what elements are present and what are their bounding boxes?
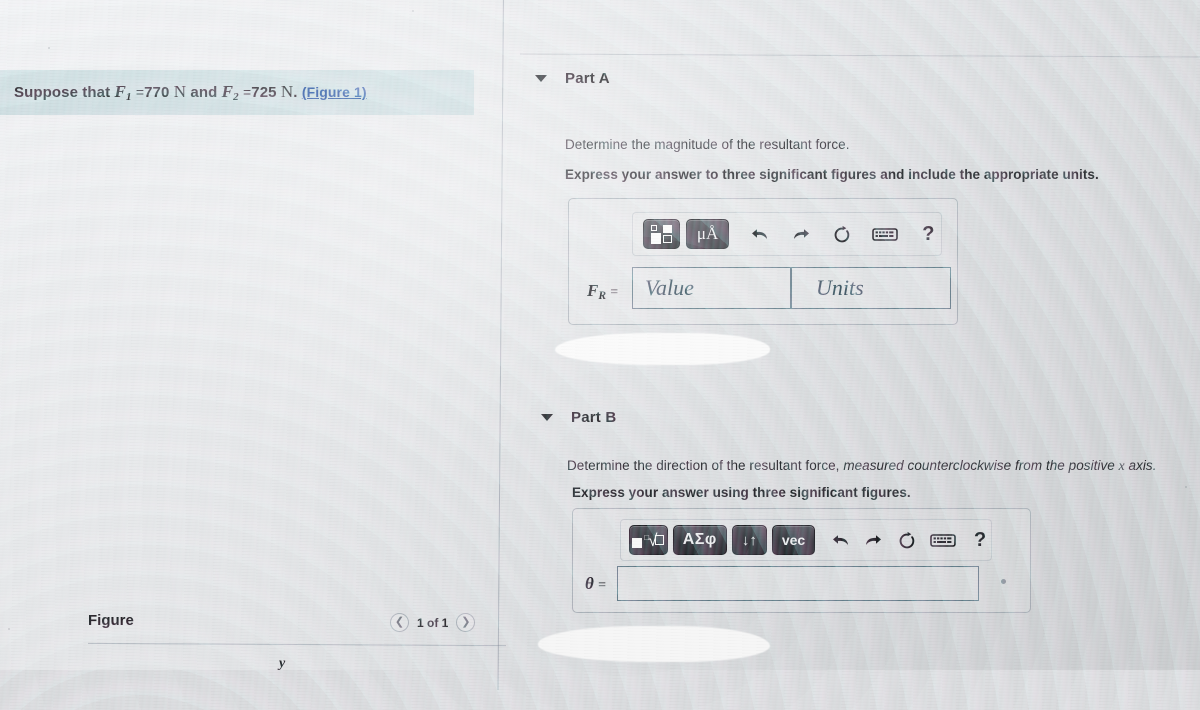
redo-icon	[793, 228, 809, 239]
part-a-toolbar: μÅ ?	[632, 212, 942, 256]
part-a-value-placeholder: Value	[645, 275, 694, 300]
reset-button[interactable]	[897, 527, 919, 553]
redo-icon	[866, 534, 882, 545]
part-a-answer-label: FR =	[587, 281, 619, 302]
redo-button[interactable]	[788, 221, 813, 247]
question-statement-text: Suppose that F1 =770 N and F2 =725 N. (F…	[0, 82, 367, 103]
dust-speck	[48, 47, 50, 49]
help-button[interactable]: ?	[969, 527, 991, 553]
undo-button[interactable]	[829, 527, 851, 553]
question-conjunction: and	[190, 84, 218, 101]
keyboard-button[interactable]	[930, 527, 957, 553]
dust-speck	[8, 628, 10, 630]
part-a-units-placeholder: Units	[816, 275, 864, 300]
mastering-physics-page: Suppose that F1 =770 N and F2 =725 N. (F…	[0, 0, 1200, 690]
reset-icon	[834, 225, 850, 242]
math-template-button[interactable]: □ √	[629, 525, 668, 555]
part-b-title: Part B	[571, 409, 617, 426]
math-template-icon	[650, 224, 672, 244]
figure-pager-label: 1 of 1	[417, 615, 449, 630]
part-b-answer-label: θ =	[585, 574, 606, 593]
degree-unit-marker	[1001, 579, 1006, 584]
units-button[interactable]: μÅ	[685, 219, 730, 249]
photographed-screen: Suppose that F1 =770 N and F2 =725 N. (F…	[0, 0, 1200, 710]
vector-button[interactable]: vec	[771, 525, 816, 555]
part-b-theta-input[interactable]	[617, 566, 979, 601]
redaction-blob-part-a	[555, 333, 770, 365]
undo-icon	[832, 534, 848, 545]
disclosure-triangle-icon[interactable]	[541, 414, 553, 421]
force-1-value: 770	[144, 84, 170, 101]
question-period: .	[293, 84, 298, 101]
part-b-toolbar: □ √ ΑΣφ ↓↑ vec ?	[620, 519, 992, 561]
redaction-blob-part-b	[538, 626, 770, 662]
force-1-equals: =	[135, 84, 145, 100]
part-b-prompt-tail: axis.	[1128, 458, 1157, 473]
reset-icon	[900, 531, 915, 548]
part-b-answer-box: □ √ ΑΣφ ↓↑ vec ? θ =	[572, 508, 1031, 613]
part-a-header[interactable]: Part A	[535, 70, 610, 87]
keyboard-icon	[872, 227, 899, 241]
part-a-answer-box: μÅ ? FR = Value Units	[568, 198, 958, 325]
part-b-instruction: Express your answer using three signific…	[572, 485, 911, 500]
part-b-prompt-variable: x	[1118, 458, 1125, 473]
part-a-instruction: Express your answer to three significant…	[565, 167, 1099, 182]
figure-divider	[88, 642, 506, 647]
figure-heading: Figure	[88, 612, 134, 629]
part-a-value-input[interactable]: Value	[632, 267, 791, 309]
figure-pager: ❮ 1 of 1 ❯	[390, 613, 476, 632]
part-b-header[interactable]: Part B	[541, 409, 616, 426]
figure-next-button[interactable]: ❯	[456, 613, 476, 632]
keyboard-icon	[930, 533, 957, 547]
help-button[interactable]: ?	[916, 221, 941, 247]
left-panel: Suppose that F1 =770 N and F2 =725 N. (F…	[0, 0, 506, 671]
undo-button[interactable]	[747, 221, 772, 247]
dust-speck	[412, 10, 414, 12]
keyboard-button[interactable]	[871, 221, 900, 247]
sort-arrows-button[interactable]: ↓↑	[731, 525, 767, 555]
force-1-unit: N	[173, 82, 187, 101]
part-a-title: Part A	[565, 70, 610, 87]
question-statement-banner: Suppose that F1 =770 N and F2 =725 N. (F…	[0, 70, 474, 115]
force-2-unit: N	[280, 82, 294, 101]
part-b-prompt-plain: Determine the direction of the resultant…	[567, 458, 840, 473]
math-template-icon: □ √	[632, 532, 665, 549]
force-2-value: 725	[251, 84, 277, 101]
part-a-units-input[interactable]: Units	[791, 267, 951, 309]
part-b-prompt-italic: measured counterclockwise from the posit…	[843, 458, 1115, 473]
figure-1-link[interactable]: (Figure 1)	[302, 84, 367, 100]
dust-speck	[1185, 486, 1187, 488]
part-b-prompt: Determine the direction of the resultant…	[567, 458, 1157, 474]
question-prefix: Suppose that	[14, 84, 111, 101]
undo-icon	[752, 228, 768, 239]
disclosure-triangle-icon[interactable]	[535, 75, 547, 82]
figure-prev-button[interactable]: ❮	[390, 613, 409, 632]
math-template-button[interactable]	[643, 219, 680, 249]
part-a-prompt: Determine the magnitude of the resultant…	[565, 137, 850, 152]
force-1-symbol: F1	[114, 82, 132, 103]
redo-button[interactable]	[863, 527, 885, 553]
greek-symbols-button[interactable]: ΑΣφ	[672, 525, 727, 555]
force-2-symbol: F2	[221, 82, 239, 103]
reset-button[interactable]	[830, 221, 855, 247]
